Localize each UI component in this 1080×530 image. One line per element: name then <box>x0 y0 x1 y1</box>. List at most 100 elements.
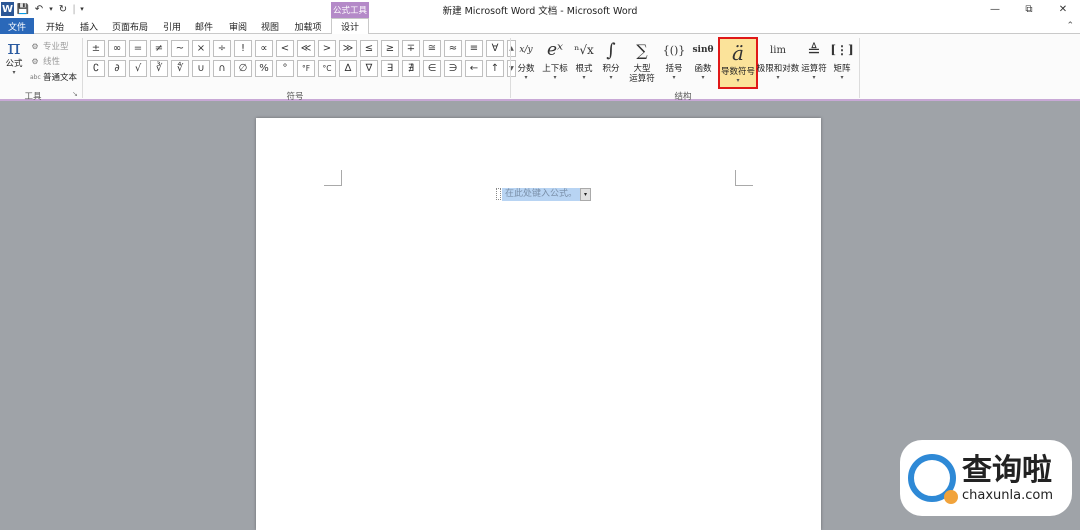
large-operator-label: 大型 <box>633 64 651 74</box>
symbol-button[interactable]: ∁ <box>87 60 105 77</box>
linear-button[interactable]: ⚙ 线性 <box>30 55 60 68</box>
symbol-button[interactable]: ∆ <box>339 60 357 77</box>
accent-label: 导数符号 <box>720 67 755 77</box>
symbol-button[interactable]: ∞ <box>108 40 126 57</box>
symbol-button[interactable]: ∪ <box>192 60 210 77</box>
large-operator-label-2: 运算符 <box>629 74 655 84</box>
tab-file[interactable]: 文件 <box>0 18 34 34</box>
undo-icon[interactable]: ↶ <box>32 2 46 16</box>
title-bar: W 💾 ↶ ▾ ↻ | ▾ 新建 Microsoft Word 文档 - Mic… <box>0 0 1080 18</box>
function-label: 函数 <box>694 64 712 74</box>
symbol-button[interactable]: ! <box>234 40 252 57</box>
symbol-button[interactable]: ° <box>276 60 294 77</box>
integral-icon: ∫ <box>606 39 616 61</box>
word-logo-icon[interactable]: W <box>1 2 14 16</box>
dialog-launcher-icon[interactable]: ↘ <box>72 90 78 98</box>
symbol-button[interactable]: ∄ <box>402 60 420 77</box>
tab-review[interactable]: 审阅 <box>224 18 252 34</box>
fraction-button[interactable]: x/y 分数 ▾ <box>514 36 538 88</box>
symbol-button[interactable]: ≪ <box>297 40 315 57</box>
symbol-button[interactable]: ← <box>465 60 483 77</box>
symbol-button[interactable]: ~ <box>171 40 189 57</box>
integral-button[interactable]: ∫ 积分 ▾ <box>599 36 623 88</box>
symbol-button[interactable]: ≥ <box>381 40 399 57</box>
symbol-button[interactable]: ∛ <box>150 60 168 77</box>
symbol-button[interactable]: ∜ <box>171 60 189 77</box>
linear-icon: ⚙ <box>31 56 39 66</box>
radical-button[interactable]: ⁿ√x 根式 ▾ <box>572 36 596 88</box>
professional-icon: ⚙ <box>31 41 39 51</box>
symbol-button[interactable]: > <box>318 40 336 57</box>
window-title: 新建 Microsoft Word 文档 - Microsoft Word <box>442 6 638 17</box>
symbol-button[interactable]: ∋ <box>444 60 462 77</box>
normal-text-label: 普通文本 <box>43 73 78 83</box>
tab-page-layout[interactable]: 页面布局 <box>108 18 152 34</box>
accent-button[interactable]: ä 导数符号 ▾ <box>718 37 758 89</box>
tab-references[interactable]: 引用 <box>158 18 186 34</box>
symbol-button[interactable]: ≤ <box>360 40 378 57</box>
symbol-button[interactable]: = <box>129 40 147 57</box>
symbol-button[interactable]: °C <box>318 60 336 77</box>
symbol-button[interactable]: ∩ <box>213 60 231 77</box>
matrix-button[interactable]: [⋮] 矩阵 ▾ <box>830 36 854 88</box>
symbol-button[interactable]: ≫ <box>339 40 357 57</box>
symbol-button[interactable]: % <box>255 60 273 77</box>
equation-placeholder[interactable]: 在此处键入公式。 ▾ <box>496 187 592 201</box>
symbol-button[interactable]: × <box>192 40 210 57</box>
dropdown-icon: ▾ <box>736 77 740 84</box>
symbol-button[interactable]: ≠ <box>150 40 168 57</box>
structures-group-label: 结构 <box>674 92 692 102</box>
tab-addins[interactable]: 加载项 <box>290 18 326 34</box>
symbol-button[interactable]: ≅ <box>423 40 441 57</box>
symbol-button[interactable]: ∀ <box>486 40 504 57</box>
tab-mailings[interactable]: 邮件 <box>190 18 218 34</box>
symbol-button[interactable]: ÷ <box>213 40 231 57</box>
tab-insert[interactable]: 插入 <box>74 18 104 34</box>
dropdown-icon: ▾ <box>701 74 705 81</box>
collapse-ribbon-icon[interactable]: ⌃ <box>1066 21 1074 31</box>
redo-icon[interactable]: ↻ <box>56 2 70 16</box>
large-operator-button[interactable]: ∑ 大型 运算符 <box>626 36 658 88</box>
symbol-button[interactable]: ∝ <box>255 40 273 57</box>
undo-dropdown-icon[interactable]: ▾ <box>48 2 54 16</box>
symbol-button[interactable]: °F <box>297 60 315 77</box>
dropdown-icon: ▾ <box>609 74 613 81</box>
save-icon[interactable]: 💾 <box>16 2 30 16</box>
dropdown-icon: ▾ <box>812 74 816 81</box>
symbol-button[interactable]: ≈ <box>444 40 462 57</box>
tab-home[interactable]: 开始 <box>40 18 70 34</box>
limit-log-button[interactable]: lim 极限和对数 ▾ <box>756 36 800 88</box>
symbol-button[interactable]: ∂ <box>108 60 126 77</box>
normal-text-button[interactable]: abc 普通文本 <box>30 71 77 83</box>
equation-handle-icon[interactable] <box>496 188 501 200</box>
tab-view[interactable]: 视图 <box>256 18 284 34</box>
limit-log-label: 极限和对数 <box>756 64 800 74</box>
symbol-button[interactable]: ∓ <box>402 40 420 57</box>
function-button[interactable]: sinθ 函数 ▾ <box>690 36 716 88</box>
professional-button[interactable]: ⚙ 专业型 <box>30 40 68 53</box>
symbol-button[interactable]: √ <box>129 60 147 77</box>
symbol-button[interactable]: ∃ <box>381 60 399 77</box>
group-separator <box>510 38 511 98</box>
symbol-button[interactable]: ∅ <box>234 60 252 77</box>
close-button[interactable]: ✕ <box>1046 0 1080 18</box>
limit-icon: lim <box>770 44 786 56</box>
customize-qat-icon[interactable]: ▾ <box>78 2 86 16</box>
symbol-button[interactable]: ∈ <box>423 60 441 77</box>
symbol-button[interactable]: ≡ <box>465 40 483 57</box>
bracket-button[interactable]: {()} 括号 ▾ <box>660 36 688 88</box>
normal-text-icon: abc <box>30 73 41 81</box>
restore-button[interactable]: ⧉ <box>1012 0 1046 18</box>
minimize-button[interactable]: — <box>978 0 1012 18</box>
symbol-button[interactable]: < <box>276 40 294 57</box>
symbol-button[interactable]: ↑ <box>486 60 504 77</box>
symbol-button[interactable]: ∇ <box>360 60 378 77</box>
symbol-button[interactable]: ± <box>87 40 105 57</box>
operator-button[interactable]: ≜ 运算符 ▾ <box>800 36 828 88</box>
equation-options-icon[interactable]: ▾ <box>580 187 592 201</box>
formula-button[interactable]: π 公式 ▾ <box>3 37 25 76</box>
document-page[interactable]: 在此处键入公式。 ▾ <box>256 118 821 530</box>
tab-design[interactable]: 设计 <box>331 18 369 35</box>
script-button[interactable]: eˣ 上下标 ▾ <box>540 36 570 88</box>
equation-text[interactable]: 在此处键入公式。 <box>502 187 581 201</box>
